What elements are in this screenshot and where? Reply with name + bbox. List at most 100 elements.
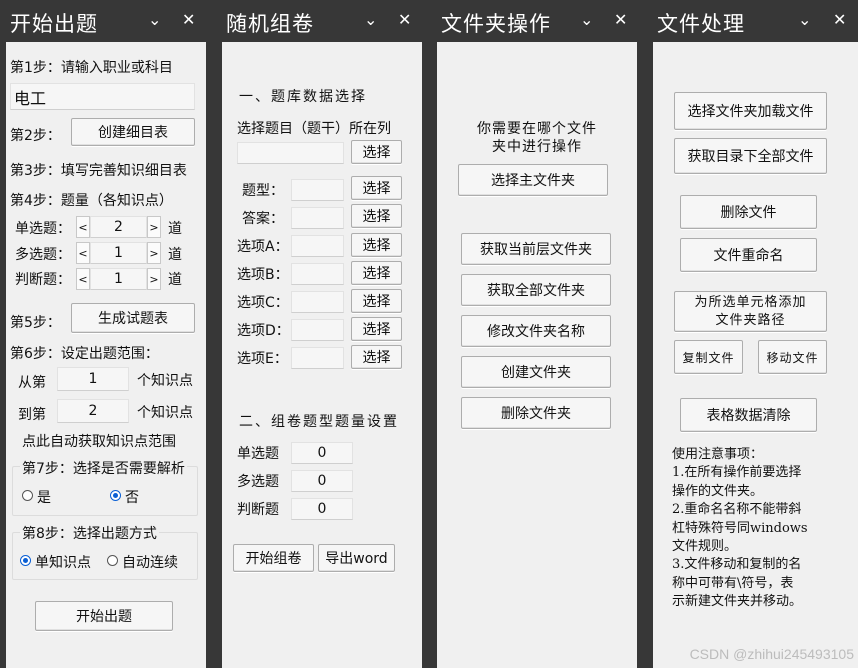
- pane-title: 开始出题: [10, 12, 98, 36]
- decrement-button[interactable]: <: [76, 242, 90, 264]
- copy-file-button[interactable]: 复制文件: [674, 340, 743, 374]
- generate-questions-button[interactable]: 生成试题表: [71, 303, 195, 333]
- decrement-button[interactable]: <: [76, 268, 90, 290]
- pane-body: 选择文件夹加载文件 获取目录下全部文件 删除文件 文件重命名 为所选单元格添加 …: [653, 42, 858, 668]
- pane-start-questions: 开始出题 ⌄ ✕ 第1步：请输入职业或科目 电工 第2步： 创建细目表 第3步：…: [0, 0, 210, 668]
- create-folder-button[interactable]: 创建文件夹: [461, 356, 611, 388]
- increment-button[interactable]: >: [147, 216, 161, 238]
- step5-label: 第5步：: [10, 315, 61, 331]
- close-icon[interactable]: ✕: [614, 12, 627, 28]
- delete-file-button[interactable]: 删除文件: [680, 195, 817, 229]
- field-input[interactable]: [291, 319, 344, 341]
- select-button[interactable]: 选择: [351, 204, 402, 228]
- chevron-down-icon[interactable]: ⌄: [580, 12, 593, 28]
- single-choice-count[interactable]: 2: [90, 216, 147, 238]
- from-suffix: 个知识点: [137, 373, 193, 389]
- export-word-button[interactable]: 导出word: [318, 544, 395, 572]
- select-button[interactable]: 选择: [351, 317, 402, 341]
- select-button[interactable]: 选择: [351, 140, 402, 164]
- single-point-radio[interactable]: [20, 555, 31, 566]
- single-choice-label: 单选题：: [15, 221, 71, 237]
- chevron-down-icon[interactable]: ⌄: [364, 12, 377, 28]
- pane-body: 你需要在哪个文件 夹中进行操作 选择主文件夹 获取当前层文件夹 获取全部文件夹 …: [437, 42, 637, 668]
- note-line: 杠特殊符号同windows: [672, 520, 808, 536]
- get-current-folders-button[interactable]: 获取当前层文件夹: [461, 233, 611, 265]
- prompt-line: 夹中进行操作: [492, 139, 582, 155]
- start-questions-button[interactable]: 开始出题: [35, 601, 173, 631]
- close-icon[interactable]: ✕: [182, 12, 195, 28]
- field-label: 选项E：: [237, 351, 288, 367]
- step8-label: 第8步：选择出题方式: [20, 523, 159, 543]
- step2-label: 第2步：: [10, 128, 61, 144]
- step1-label: 第1步：请输入职业或科目: [10, 60, 173, 76]
- get-all-files-button[interactable]: 获取目录下全部文件: [674, 138, 827, 174]
- note-line: 2.重命名名称不能带斜: [672, 502, 802, 518]
- select-main-folder-button[interactable]: 选择主文件夹: [458, 164, 608, 196]
- note-line: 3.文件移动和复制的名: [672, 557, 802, 573]
- count-input[interactable]: 0: [291, 442, 353, 464]
- pane-title: 随机组卷: [226, 12, 314, 36]
- rename-file-button[interactable]: 文件重命名: [680, 238, 817, 272]
- step6-label: 第6步：设定出题范围：: [10, 346, 159, 362]
- close-icon[interactable]: ✕: [833, 12, 846, 28]
- pane-body: 第1步：请输入职业或科目 电工 第2步： 创建细目表 第3步：填写完善知识细目表…: [6, 42, 206, 668]
- rename-folder-button[interactable]: 修改文件夹名称: [461, 315, 611, 347]
- pane-title: 文件处理: [657, 12, 745, 36]
- pane-body: 一、题库数据选择 选择题目（题干）所在列 选择 题型： 选择 答案： 选择 选项…: [222, 42, 422, 668]
- pane-header: 开始出题 ⌄ ✕: [0, 0, 210, 42]
- close-icon[interactable]: ✕: [398, 12, 411, 28]
- step4-label: 第4步：题量（各知识点）: [10, 193, 173, 209]
- get-all-folders-button[interactable]: 获取全部文件夹: [461, 274, 611, 306]
- field-label: 选项B：: [237, 267, 289, 283]
- pane-header: 文件处理 ⌄ ✕: [647, 0, 858, 42]
- pane-random-paper: 随机组卷 ⌄ ✕ 一、题库数据选择 选择题目（题干）所在列 选择 题型： 选择 …: [216, 0, 426, 668]
- select-button[interactable]: 选择: [351, 289, 402, 313]
- load-files-button[interactable]: 选择文件夹加载文件: [674, 92, 827, 130]
- to-suffix: 个知识点: [137, 405, 193, 421]
- chevron-down-icon[interactable]: ⌄: [148, 12, 161, 28]
- increment-button[interactable]: >: [147, 242, 161, 264]
- start-paper-button[interactable]: 开始组卷: [233, 544, 314, 572]
- pane-folder-operations: 文件夹操作 ⌄ ✕ 你需要在哪个文件 夹中进行操作 选择主文件夹 获取当前层文件…: [431, 0, 641, 668]
- move-file-button[interactable]: 移动文件: [758, 340, 827, 374]
- auto-continuous-radio[interactable]: [107, 555, 118, 566]
- select-button[interactable]: 选择: [351, 345, 402, 369]
- select-button[interactable]: 选择: [351, 176, 402, 200]
- multi-choice-label: 多选题：: [15, 247, 71, 263]
- from-input[interactable]: 1: [57, 367, 129, 391]
- increment-button[interactable]: >: [147, 268, 161, 290]
- field-input[interactable]: [291, 263, 344, 285]
- auto-range-link[interactable]: 点此自动获取知识点范围: [22, 431, 176, 451]
- multi-choice-count[interactable]: 1: [90, 242, 147, 264]
- field-input[interactable]: [291, 291, 344, 313]
- no-radio[interactable]: [110, 490, 121, 501]
- judge-count[interactable]: 1: [90, 268, 147, 290]
- section1-heading: 一、题库数据选择: [239, 89, 367, 105]
- field-input[interactable]: [291, 207, 344, 229]
- unit-label: 道: [168, 272, 182, 288]
- field-input[interactable]: [291, 347, 344, 369]
- clear-table-button[interactable]: 表格数据清除: [680, 398, 817, 432]
- field-input[interactable]: [291, 179, 344, 201]
- column-input[interactable]: [237, 142, 344, 164]
- add-folder-path-button[interactable]: 为所选单元格添加 文件夹路径: [674, 291, 827, 332]
- button-line: 文件夹路径: [715, 312, 786, 328]
- note-line: 使用注意事项：: [672, 447, 764, 462]
- decrement-button[interactable]: <: [76, 216, 90, 238]
- delete-folder-button[interactable]: 删除文件夹: [461, 397, 611, 429]
- count-input[interactable]: 0: [291, 470, 353, 492]
- count-input[interactable]: 0: [291, 498, 353, 520]
- yes-radio[interactable]: [22, 490, 33, 501]
- select-button[interactable]: 选择: [351, 233, 402, 257]
- subject-input[interactable]: 电工: [10, 83, 195, 110]
- create-table-button[interactable]: 创建细目表: [71, 118, 195, 146]
- to-input[interactable]: 2: [57, 399, 129, 423]
- yes-label: 是: [37, 490, 51, 506]
- chevron-down-icon[interactable]: ⌄: [798, 12, 811, 28]
- select-button[interactable]: 选择: [351, 261, 402, 285]
- field-input[interactable]: [291, 235, 344, 257]
- usage-notes: 使用注意事项： 1.在所有操作前要选择 操作的文件夹。 2.重命名名称不能带斜 …: [672, 446, 808, 612]
- note-line: 示新建文件夹并移动。: [672, 594, 803, 610]
- from-label: 从第: [18, 375, 46, 391]
- button-line: 为所选单元格添加: [694, 294, 807, 310]
